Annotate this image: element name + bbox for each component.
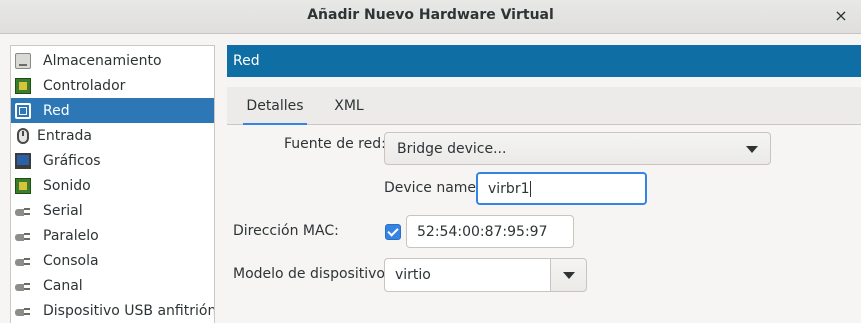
tab-bar: Detalles XML: [227, 87, 861, 126]
device-name-label: Device name:: [384, 180, 481, 196]
network-source-value: Bridge device...: [397, 140, 507, 157]
console-plug-icon: [15, 256, 31, 268]
sidebar-item-label: Controlador: [43, 77, 126, 94]
sidebar-item-label: Sonido: [43, 177, 91, 194]
channel-plug-icon: [15, 281, 31, 293]
sidebar-item-label: Paralelo: [43, 227, 99, 244]
sidebar-item-controlador[interactable]: Controlador: [11, 73, 214, 98]
serial-plug-icon: [15, 206, 31, 218]
section-header: Red: [227, 45, 861, 77]
sidebar-item-canal[interactable]: Canal: [11, 273, 214, 298]
tab-xml[interactable]: XML: [327, 87, 371, 125]
device-name-text: virbr1: [488, 180, 532, 197]
title-bar: Añadir Nuevo Hardware Virtual ×: [0, 0, 861, 34]
network-source-select[interactable]: Bridge device...: [384, 132, 771, 165]
parallel-plug-icon: [15, 231, 31, 243]
sidebar-item-label: Consola: [43, 252, 99, 269]
chevron-down-icon: [563, 272, 575, 279]
chevron-down-icon: [746, 146, 758, 153]
usb-plug-icon: [15, 306, 31, 318]
sidebar-item-consola[interactable]: Consola: [11, 248, 214, 273]
text-cursor: [530, 180, 532, 197]
sidebar-item-graficos[interactable]: Gráficos: [11, 148, 214, 173]
window-title: Añadir Nuevo Hardware Virtual: [307, 7, 554, 23]
hardware-type-list: Almacenamiento Controlador Red Entrada G…: [10, 45, 215, 323]
device-model-value: virtio: [395, 267, 431, 283]
sidebar-item-label: Gráficos: [43, 152, 101, 169]
sidebar-item-label: Serial: [43, 202, 83, 219]
sidebar-item-label: Red: [43, 102, 70, 119]
device-model-dropdown-button[interactable]: [550, 258, 587, 292]
sidebar-item-paralelo[interactable]: Paralelo: [11, 223, 214, 248]
device-model-label: Modelo de dispositivo:: [233, 266, 390, 282]
disk-icon: [15, 52, 31, 69]
mac-address-input[interactable]: 52:54:00:87:95:97: [406, 215, 574, 248]
sidebar-item-usb[interactable]: Dispositivo USB anfitrión: [11, 298, 214, 323]
tab-detalles[interactable]: Detalles: [239, 87, 311, 126]
device-model-input[interactable]: virtio: [384, 258, 550, 292]
sound-card-icon: [15, 177, 31, 194]
close-button[interactable]: ×: [829, 4, 853, 28]
monitor-icon: [15, 152, 31, 169]
mac-address-checkbox[interactable]: [385, 224, 401, 240]
sidebar-item-entrada[interactable]: Entrada: [11, 123, 214, 148]
sidebar-item-almacenamiento[interactable]: Almacenamiento: [11, 48, 214, 73]
close-icon: ×: [834, 6, 848, 25]
sidebar-item-label: Almacenamiento: [43, 52, 162, 69]
sidebar-item-label: Canal: [43, 277, 83, 294]
sidebar-item-red[interactable]: Red: [11, 98, 214, 123]
sidebar-item-label: Entrada: [37, 127, 93, 144]
device-name-input[interactable]: virbr1: [476, 172, 647, 205]
sidebar-item-label: Dispositivo USB anfitrión: [43, 302, 215, 319]
network-source-label: Fuente de red:: [284, 136, 386, 152]
sidebar-item-sonido[interactable]: Sonido: [11, 173, 214, 198]
device-model-combo[interactable]: virtio: [384, 258, 587, 292]
mac-address-label: Dirección MAC:: [233, 223, 339, 239]
network-icon: [15, 102, 31, 119]
mac-address-value: 52:54:00:87:95:97: [417, 223, 548, 240]
mouse-icon: [17, 127, 29, 144]
chip-icon: [15, 77, 31, 94]
sidebar-item-serial[interactable]: Serial: [11, 198, 214, 223]
